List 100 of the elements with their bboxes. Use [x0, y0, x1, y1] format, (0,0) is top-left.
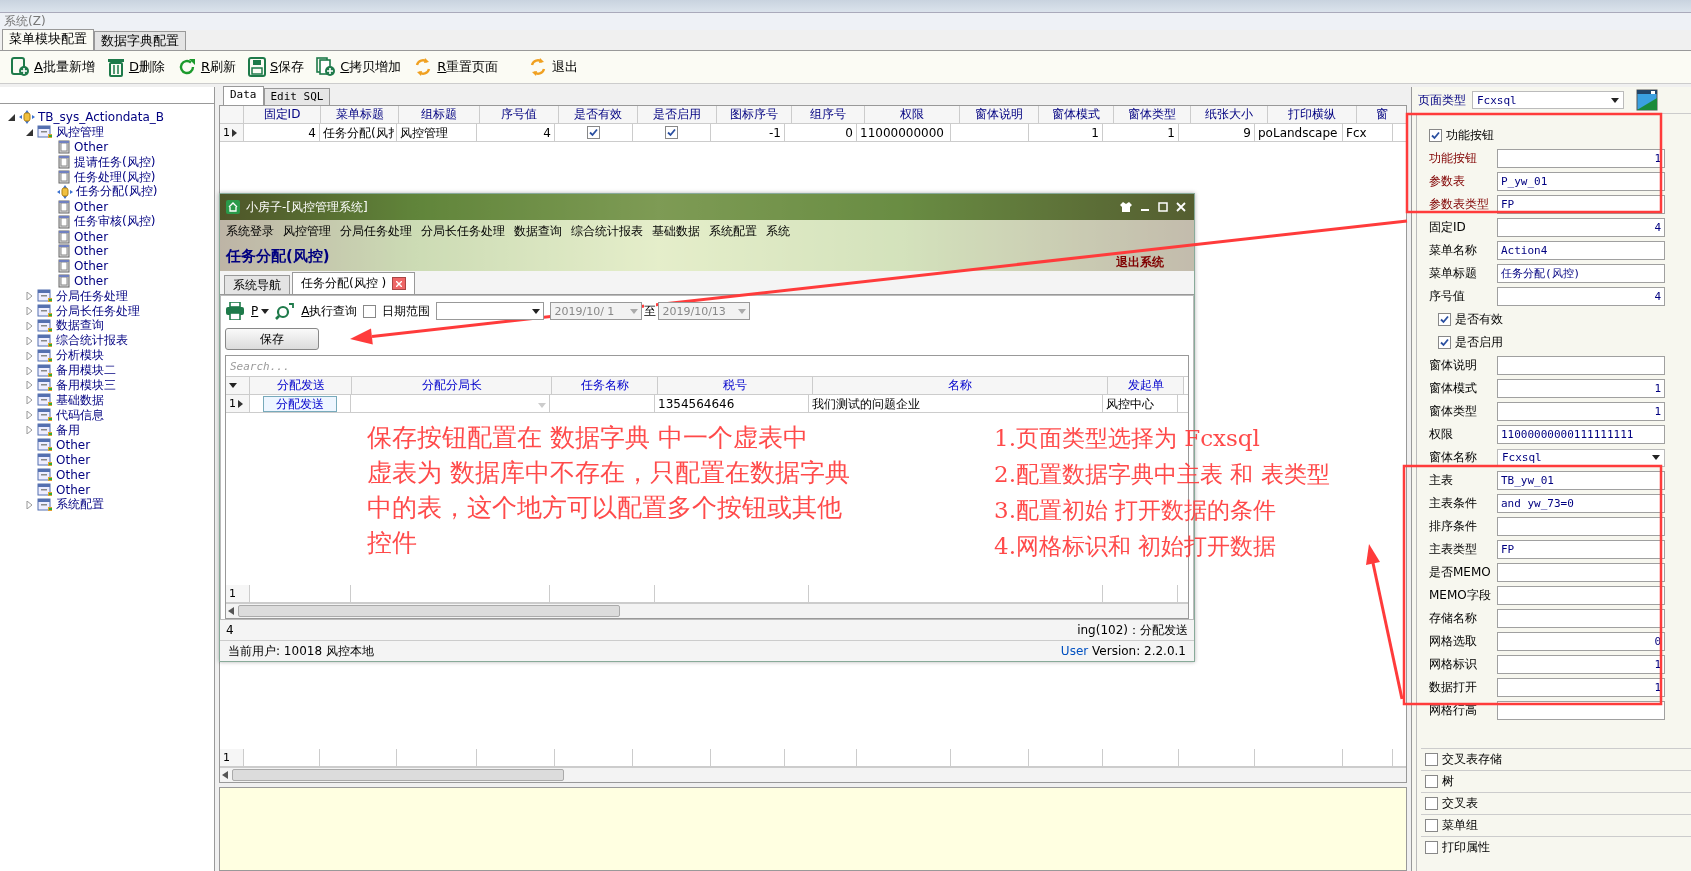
menu-item[interactable]: 风控管理 — [283, 222, 331, 240]
input-field[interactable]: FP — [1497, 540, 1665, 559]
tree-item[interactable]: 提请任务(风控) — [74, 153, 156, 171]
tree-item[interactable]: 基础数据 — [56, 391, 104, 409]
column-header[interactable]: 组标题 — [399, 106, 480, 123]
checkbox[interactable] — [1438, 313, 1451, 326]
expand-icon[interactable] — [24, 366, 34, 375]
expand-icon[interactable] — [24, 500, 34, 509]
menu-item[interactable]: 分局任务处理 — [340, 222, 412, 240]
tree-item[interactable]: Other — [74, 199, 109, 214]
column-header[interactable]: 固定ID — [244, 106, 321, 123]
memo-field[interactable] — [219, 787, 1407, 871]
tree-item[interactable]: Other — [56, 438, 91, 453]
tab[interactable]: 菜单模块配置 — [2, 29, 94, 50]
toolbar-button[interactable]: 退出 — [524, 53, 583, 81]
input-field[interactable]: 0 — [1497, 632, 1665, 651]
input-field[interactable] — [1497, 356, 1665, 375]
input-field[interactable]: 4 — [1497, 287, 1665, 306]
tree-item[interactable]: Other — [56, 452, 91, 467]
checkbox[interactable] — [1425, 775, 1438, 788]
row-header[interactable]: 1 — [226, 395, 250, 412]
column-header[interactable]: 窗体模式 — [1039, 106, 1114, 123]
input-field[interactable]: 4 — [1497, 218, 1665, 237]
input-field[interactable]: and yw_73=0 — [1497, 494, 1665, 513]
input-field[interactable]: 1 — [1497, 402, 1665, 421]
tree-item[interactable]: 任务处理(风控) — [74, 168, 156, 186]
input-field[interactable]: 1 — [1497, 379, 1665, 398]
tree-item[interactable]: 任务审核(风控) — [74, 213, 156, 231]
expand-icon[interactable] — [24, 411, 34, 420]
expand-icon[interactable] — [24, 351, 34, 360]
column-header[interactable]: 纸张大小 — [1191, 106, 1268, 123]
query-button[interactable]: A执行查询 — [301, 302, 358, 320]
collapse-icon[interactable] — [24, 128, 34, 136]
toolbar-button[interactable]: A批量新增 — [6, 53, 99, 81]
tree-item[interactable]: 系统配置 — [56, 496, 104, 514]
tree-item[interactable]: TB_sys_Actiondata_B — [38, 110, 164, 125]
tree-item[interactable]: 备用模块三 — [56, 377, 116, 394]
checkbox[interactable] — [1425, 797, 1438, 810]
tree-item[interactable]: 代码信息 — [56, 406, 104, 424]
tab[interactable]: Edit SQL — [263, 88, 331, 105]
checkbox[interactable] — [1425, 841, 1438, 854]
menu-item[interactable]: 系统登录 — [226, 222, 274, 240]
scroll-left-icon[interactable] — [228, 607, 234, 615]
checkbox[interactable] — [587, 126, 600, 139]
input-field[interactable]: 1 — [1497, 655, 1665, 674]
column-header[interactable]: 分配分局长 — [352, 377, 552, 394]
expand-icon[interactable] — [24, 336, 34, 345]
column-header[interactable]: 是否启用 — [638, 106, 717, 123]
menu-item[interactable]: 分局长任务处理 — [421, 222, 505, 240]
menu-item[interactable]: 系统 — [766, 222, 790, 240]
tree-item[interactable]: 数据查询 — [56, 317, 104, 335]
checkbox[interactable] — [1438, 336, 1451, 349]
tree-item[interactable]: Other — [74, 274, 109, 289]
tree-item[interactable]: Other — [74, 259, 109, 274]
expand-icon[interactable] — [24, 307, 34, 315]
grid-corner[interactable] — [226, 377, 250, 394]
column-header[interactable]: 窗体类型 — [1114, 106, 1191, 123]
input-field[interactable]: P_yw_01 — [1497, 172, 1665, 191]
tree-item[interactable]: Other — [74, 140, 109, 155]
tab[interactable]: 数据字典配置 — [94, 31, 186, 50]
tab[interactable]: Data — [223, 86, 264, 105]
maximize-icon[interactable] — [1158, 202, 1168, 212]
checkbox[interactable] — [1425, 753, 1438, 766]
checkbox[interactable] — [363, 304, 377, 318]
menu-item[interactable]: 系统(Z) — [4, 13, 46, 30]
print-menu-button[interactable]: P — [251, 304, 270, 318]
menu-item[interactable]: 基础数据 — [652, 222, 700, 240]
tree-item[interactable]: Other — [56, 482, 91, 497]
column-header[interactable]: 任务名称 — [552, 377, 658, 394]
toolbar-button[interactable]: D删除 — [102, 53, 169, 81]
column-header[interactable]: 窗体说明 — [960, 106, 1039, 123]
tree-item[interactable]: Other — [74, 229, 109, 244]
magnifier-icon[interactable] — [275, 302, 296, 320]
column-header[interactable]: 窗 — [1357, 106, 1406, 123]
row-header[interactable]: 1 — [220, 124, 244, 141]
input-field[interactable]: TB_yw_01 — [1497, 471, 1665, 490]
toolbar-button[interactable]: R重置页面 — [409, 53, 503, 81]
scrollbar-thumb[interactable] — [232, 769, 564, 781]
input-field[interactable] — [1497, 586, 1665, 605]
input-field[interactable]: 11000000000111111111 — [1497, 425, 1665, 444]
expand-icon[interactable] — [24, 292, 34, 301]
column-header[interactable]: 是否有效 — [559, 106, 638, 123]
column-header[interactable]: 发起单 — [1108, 377, 1184, 394]
input-field[interactable]: 1 — [1497, 149, 1665, 168]
tree-item[interactable]: 风控管理 — [56, 123, 104, 141]
tree-item[interactable]: 备用模块二 — [56, 362, 116, 380]
column-header[interactable]: 税号 — [658, 377, 813, 394]
toolbar-button[interactable]: C拷贝增加 — [312, 53, 406, 81]
input-field[interactable] — [1497, 563, 1665, 582]
tree-item[interactable]: 任务分配(风控) — [76, 183, 158, 201]
column-header[interactable]: 权限 — [865, 106, 960, 123]
checkbox[interactable] — [665, 126, 678, 139]
column-header[interactable]: 菜单标题 — [321, 106, 399, 123]
dropdown[interactable] — [436, 302, 545, 320]
tree-item[interactable]: 分局长任务处理 — [56, 302, 140, 320]
collapse-icon[interactable] — [6, 113, 16, 121]
column-header[interactable]: 组序号 — [792, 106, 865, 123]
column-header[interactable]: 打印横纵 — [1268, 106, 1357, 123]
shirt-icon[interactable] — [1120, 202, 1132, 212]
menu-item[interactable]: 数据查询 — [514, 222, 562, 240]
